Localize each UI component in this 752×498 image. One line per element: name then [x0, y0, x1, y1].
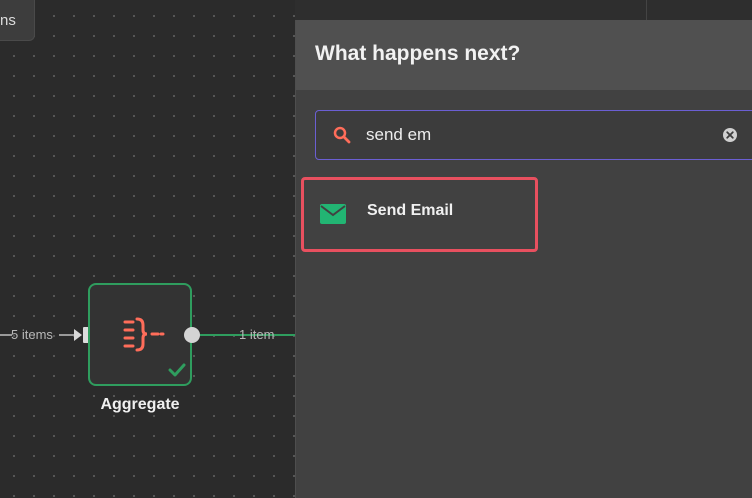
result-label: Send Email: [367, 202, 454, 219]
node-output-port[interactable]: [184, 327, 200, 343]
aggregate-node[interactable]: [88, 283, 192, 386]
top-bar-divider: [646, 0, 647, 20]
search-input[interactable]: send em: [315, 110, 752, 160]
outgoing-items-label: 1 item: [239, 327, 275, 342]
panel-header: What happens next?: [296, 20, 752, 90]
envelope-icon: [320, 204, 346, 229]
connection-arrow: [74, 329, 82, 341]
incoming-connection-end: [59, 334, 75, 336]
panel-title: What happens next?: [315, 42, 521, 65]
incoming-items-label: 5 items: [11, 327, 53, 342]
top-tab-button[interactable]: ns: [0, 0, 35, 41]
clear-icon[interactable]: [722, 127, 738, 148]
result-item-send-email[interactable]: Send Email: [301, 177, 538, 252]
node-creator-panel: What happens next? send em Send Email: [295, 20, 752, 498]
check-icon: [168, 363, 186, 382]
search-icon: [333, 126, 351, 149]
node-label: Aggregate: [100, 396, 180, 413]
search-value: send em: [366, 125, 432, 144]
workflow-canvas[interactable]: 5 items 1 item Aggregate: [0, 0, 295, 498]
tab-label: ns: [0, 12, 16, 29]
aggregate-icon: [121, 315, 165, 362]
